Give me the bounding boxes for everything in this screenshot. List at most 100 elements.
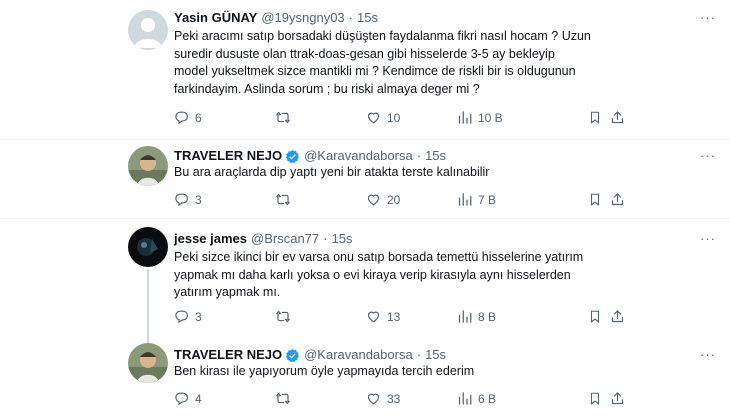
profile-photo-icon bbox=[128, 227, 168, 267]
views-icon bbox=[457, 110, 472, 125]
more-icon[interactable]: ··· bbox=[700, 10, 716, 25]
like-count: 33 bbox=[387, 391, 401, 406]
more-icon[interactable]: ··· bbox=[700, 231, 716, 246]
tweet-header: Yasin GÜNAY @19ysngny03 · 15s bbox=[174, 10, 378, 26]
views-icon bbox=[457, 192, 472, 207]
tweet-header: jesse james @Brscan77 · 15s bbox=[174, 231, 352, 247]
tweet[interactable]: TRAVELER NEJO @Karavandaborsa · 15s ··· … bbox=[0, 140, 730, 218]
views-button[interactable]: 10 B bbox=[457, 110, 503, 125]
more-icon[interactable]: ··· bbox=[700, 347, 716, 362]
retweet-icon bbox=[275, 309, 291, 324]
reply-icon bbox=[174, 391, 189, 406]
share-icon bbox=[610, 391, 625, 406]
bookmark-icon bbox=[588, 110, 602, 125]
bookmark-button[interactable] bbox=[588, 110, 602, 125]
tweet-text: Peki aracımı satıp borsadaki düşüşten fa… bbox=[174, 29, 591, 96]
author-name[interactable]: Yasin GÜNAY bbox=[174, 10, 257, 26]
profile-photo-icon bbox=[128, 146, 168, 186]
like-count: 13 bbox=[387, 309, 401, 324]
views-button[interactable]: 6 B bbox=[457, 391, 496, 406]
tweet[interactable]: TRAVELER NEJO @Karavandaborsa · 15s ··· … bbox=[0, 339, 730, 420]
share-icon bbox=[610, 110, 625, 125]
share-icon bbox=[610, 309, 625, 324]
retweet-button[interactable] bbox=[275, 391, 297, 406]
bookmark-icon bbox=[588, 192, 602, 207]
avatar[interactable] bbox=[128, 146, 168, 186]
like-icon bbox=[366, 391, 381, 406]
reply-icon bbox=[174, 192, 189, 207]
share-button[interactable] bbox=[610, 391, 625, 406]
views-button[interactable]: 7 B bbox=[457, 192, 496, 207]
bookmark-button[interactable] bbox=[588, 192, 602, 207]
separator-dot: · bbox=[416, 347, 422, 362]
retweet-button[interactable] bbox=[275, 192, 297, 207]
timestamp[interactable]: 15s bbox=[357, 10, 378, 26]
share-icon bbox=[610, 192, 625, 207]
avatar[interactable] bbox=[128, 343, 168, 383]
views-count: 7 B bbox=[478, 192, 497, 207]
like-count: 10 bbox=[387, 110, 401, 125]
tweet-header: TRAVELER NEJO @Karavandaborsa · 15s bbox=[174, 347, 446, 363]
views-button[interactable]: 8 B bbox=[457, 309, 496, 324]
author-name[interactable]: TRAVELER NEJO bbox=[174, 148, 282, 164]
reply-button[interactable]: 6 bbox=[174, 110, 202, 125]
avatar[interactable] bbox=[128, 227, 168, 267]
author-handle[interactable]: @19ysngny03 bbox=[261, 10, 344, 26]
author-handle[interactable]: @Brscan77 bbox=[251, 231, 319, 247]
reply-count: 3 bbox=[195, 309, 202, 324]
verified-badge-icon bbox=[285, 348, 300, 362]
like-count: 20 bbox=[387, 192, 401, 207]
share-button[interactable] bbox=[610, 110, 625, 125]
retweet-button[interactable] bbox=[275, 309, 297, 324]
like-button[interactable]: 10 bbox=[366, 110, 400, 125]
tweet[interactable]: Yasin GÜNAY @19ysngny03 · 15s ··· Peki a… bbox=[0, 0, 730, 140]
separator-dot: · bbox=[323, 231, 328, 246]
tweet-text: Ben kirası ile yapıyorum öyle yapmayıda … bbox=[174, 364, 475, 378]
author-handle[interactable]: @Karavandaborsa bbox=[304, 148, 413, 164]
tweet-text: Bu ara araçlarda dip yaptı yeni bir atak… bbox=[174, 165, 490, 179]
author-name[interactable]: TRAVELER NEJO bbox=[174, 347, 282, 363]
reply-icon bbox=[174, 110, 189, 125]
tweet-text: Peki sizce ikinci bir ev varsa onu satıp… bbox=[174, 250, 584, 299]
reply-count: 4 bbox=[195, 391, 202, 406]
tweet-actions: 6 10 10 B bbox=[174, 110, 714, 126]
views-count: 10 B bbox=[478, 110, 503, 125]
verified-badge-icon bbox=[285, 149, 300, 163]
reply-count: 6 bbox=[195, 110, 202, 125]
like-icon bbox=[366, 309, 381, 324]
reply-button[interactable]: 4 bbox=[174, 391, 202, 406]
author-handle[interactable]: @Karavandaborsa bbox=[304, 347, 413, 363]
bookmark-icon bbox=[588, 309, 602, 324]
separator-dot: · bbox=[416, 148, 422, 163]
reply-count: 3 bbox=[195, 192, 202, 207]
timestamp[interactable]: 15s bbox=[331, 231, 352, 247]
like-button[interactable]: 33 bbox=[366, 391, 400, 406]
tweet-actions: 4 33 6 B bbox=[174, 391, 714, 407]
retweet-button[interactable] bbox=[275, 110, 297, 125]
reply-icon bbox=[174, 309, 189, 324]
views-count: 6 B bbox=[478, 391, 497, 406]
share-button[interactable] bbox=[610, 192, 625, 207]
timestamp[interactable]: 15s bbox=[425, 347, 446, 363]
like-button[interactable]: 20 bbox=[366, 192, 400, 207]
like-button[interactable]: 13 bbox=[366, 309, 400, 324]
views-count: 8 B bbox=[478, 309, 497, 324]
tweet-actions: 3 13 8 B bbox=[174, 309, 714, 325]
avatar[interactable] bbox=[128, 10, 168, 50]
thread-connector bbox=[147, 269, 149, 347]
retweet-icon bbox=[275, 192, 291, 207]
author-name[interactable]: jesse james bbox=[174, 231, 247, 247]
bookmark-button[interactable] bbox=[588, 391, 602, 406]
reply-button[interactable]: 3 bbox=[174, 309, 202, 324]
views-icon bbox=[457, 391, 472, 406]
retweet-icon bbox=[275, 391, 291, 406]
timestamp[interactable]: 15s bbox=[425, 148, 446, 164]
share-button[interactable] bbox=[610, 309, 625, 324]
more-icon[interactable]: ··· bbox=[700, 148, 716, 163]
profile-photo-icon bbox=[128, 343, 168, 383]
bookmark-button[interactable] bbox=[588, 309, 602, 324]
separator-dot: · bbox=[348, 10, 353, 25]
default-avatar-icon bbox=[128, 10, 168, 50]
tweet[interactable]: jesse james @Brscan77 · 15s ··· Peki siz… bbox=[0, 219, 730, 347]
reply-button[interactable]: 3 bbox=[174, 192, 202, 207]
